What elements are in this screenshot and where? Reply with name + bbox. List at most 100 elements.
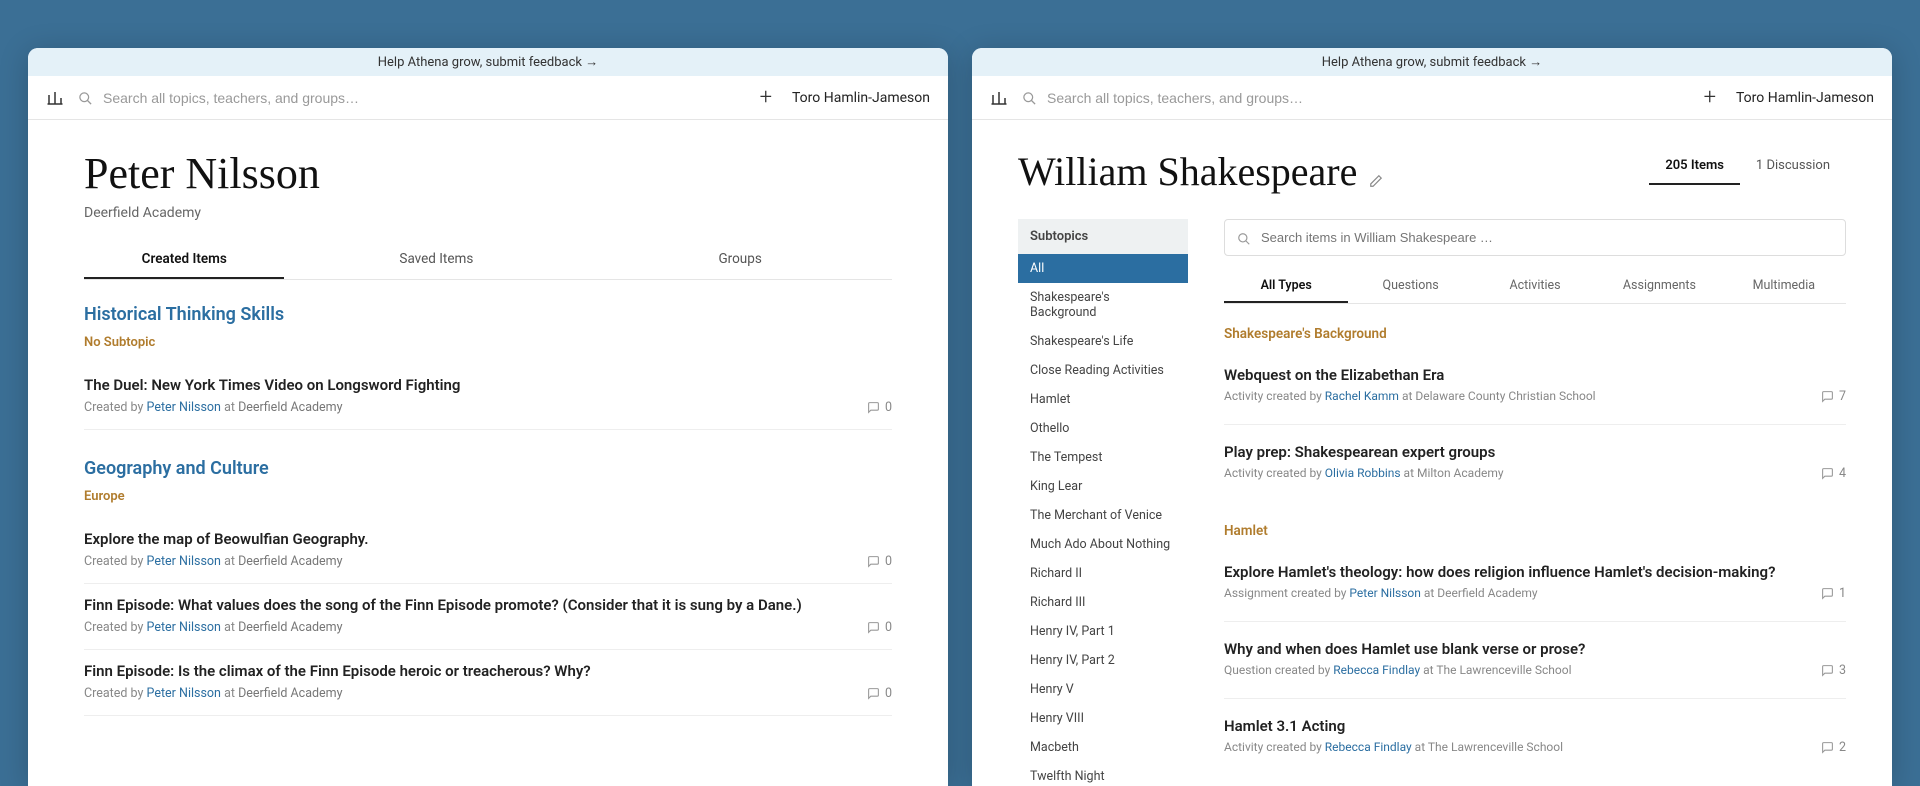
list-item[interactable]: Why and when does Hamlet use blank verse…	[1224, 630, 1846, 690]
type-tab-multimedia[interactable]: Multimedia	[1722, 270, 1846, 303]
creator-link[interactable]: Olivia Robbins	[1325, 466, 1401, 480]
comment-count[interactable]: 4	[1821, 466, 1846, 481]
section-block: Geography and Culture Europe Explore the…	[84, 458, 892, 716]
sidebar-item[interactable]: Richard III	[1018, 588, 1188, 617]
comment-icon	[867, 621, 880, 634]
sidebar-item[interactable]: Henry IV, Part 1	[1018, 617, 1188, 646]
school-name: Deerfield Academy	[238, 400, 343, 415]
comment-count[interactable]: 2	[1821, 740, 1846, 755]
type-tab-assignments[interactable]: Assignments	[1597, 270, 1721, 303]
comment-number: 1	[1839, 586, 1846, 601]
list-item[interactable]: The Duel: New York Times Video on Longsw…	[84, 364, 892, 430]
item-meta: Activity created by Rachel Kamm at Delaw…	[1224, 389, 1846, 404]
item-kind: Assignment	[1224, 586, 1288, 600]
creator-link[interactable]: Peter Nilsson	[147, 620, 221, 635]
item-title: Finn Episode: What values does the song …	[84, 596, 892, 614]
sidebar-item[interactable]: Macbeth	[1018, 733, 1188, 762]
list-item[interactable]: Webquest on the Elizabethan EraActivity …	[1224, 356, 1846, 416]
sidebar-item[interactable]: All	[1018, 254, 1188, 283]
meta-prefix: Created by	[84, 686, 143, 701]
two-column-layout: Subtopics AllShakespeare's BackgroundSha…	[1018, 219, 1846, 786]
list-item[interactable]: Explore the map of Beowulfian Geography.…	[84, 518, 892, 584]
creator-link[interactable]: Rachel Kamm	[1325, 389, 1399, 403]
add-button[interactable]: +	[1698, 85, 1722, 110]
comment-count[interactable]: 1	[1821, 586, 1846, 601]
current-user[interactable]: Toro Hamlin-Jameson	[1736, 90, 1874, 106]
comment-number: 0	[885, 620, 892, 635]
global-search[interactable]	[78, 88, 740, 107]
comment-icon	[1821, 664, 1834, 677]
edit-icon[interactable]	[1369, 173, 1383, 189]
item-search[interactable]	[1224, 219, 1846, 256]
comment-count[interactable]: 0	[867, 686, 892, 701]
item-search-input[interactable]	[1261, 230, 1833, 245]
feedback-banner[interactable]: Help Athena grow, submit feedback →	[972, 48, 1892, 76]
subtopics-sidebar: Subtopics AllShakespeare's BackgroundSha…	[1018, 219, 1188, 786]
search-input[interactable]	[1047, 90, 1684, 106]
creator-link[interactable]: Rebecca Findlay	[1333, 663, 1420, 677]
sidebar-item[interactable]: Shakespeare's Life	[1018, 327, 1188, 356]
creator-link[interactable]: Peter Nilsson	[1349, 586, 1420, 600]
comment-count[interactable]: 7	[1821, 389, 1846, 404]
result-section: HamletExplore Hamlet's theology: how doe…	[1224, 523, 1846, 767]
meta-at: at	[224, 554, 235, 569]
list-item[interactable]: Finn Episode: What values does the song …	[84, 584, 892, 650]
divider	[1224, 424, 1846, 425]
item-meta: Created by Peter Nilsson at Deerfield Ac…	[84, 554, 892, 569]
tab-discussion-count[interactable]: 1 Discussion	[1740, 148, 1846, 185]
tab-saved-items[interactable]: Saved Items	[284, 241, 588, 279]
comment-number: 0	[885, 686, 892, 701]
window-profile: Help Athena grow, submit feedback → + To…	[28, 48, 948, 786]
meta-at: at	[1415, 740, 1425, 754]
subtopic-label: No Subtopic	[84, 335, 892, 350]
search-input[interactable]	[103, 90, 740, 106]
list-item[interactable]: Explore Hamlet's theology: how does reli…	[1224, 553, 1846, 613]
creator-link[interactable]: Peter Nilsson	[147, 400, 221, 415]
list-item[interactable]: Hamlet 3.1 ActingActivity created by Reb…	[1224, 707, 1846, 767]
item-kind: Activity	[1224, 466, 1263, 480]
section-heading-link[interactable]: Geography and Culture	[84, 458, 269, 479]
sidebar-item[interactable]: Hamlet	[1018, 385, 1188, 414]
tab-created-items[interactable]: Created Items	[84, 241, 284, 279]
tab-items-count[interactable]: 205 Items	[1649, 148, 1740, 185]
list-item[interactable]: Finn Episode: Is the climax of the Finn …	[84, 650, 892, 716]
tab-groups[interactable]: Groups	[588, 241, 892, 279]
sidebar-item[interactable]: Henry IV, Part 2	[1018, 646, 1188, 675]
sidebar-item[interactable]: Shakespeare's Background	[1018, 283, 1188, 327]
creator-link[interactable]: Peter Nilsson	[147, 686, 221, 701]
creator-link[interactable]: Peter Nilsson	[147, 554, 221, 569]
sidebar-item[interactable]: Twelfth Night	[1018, 762, 1188, 786]
subtopic-label: Europe	[84, 489, 892, 504]
sidebar-item[interactable]: Much Ado About Nothing	[1018, 530, 1188, 559]
creator-link[interactable]: Rebecca Findlay	[1325, 740, 1412, 754]
comment-count[interactable]: 0	[867, 620, 892, 635]
sidebar-item[interactable]: The Merchant of Venice	[1018, 501, 1188, 530]
divider	[1224, 698, 1846, 699]
type-tab-all[interactable]: All Types	[1224, 270, 1348, 303]
section-label: Shakespeare's Background	[1224, 326, 1846, 342]
current-user[interactable]: Toro Hamlin-Jameson	[792, 90, 930, 106]
type-tab-questions[interactable]: Questions	[1348, 270, 1472, 303]
sidebar-item[interactable]: Henry V	[1018, 675, 1188, 704]
feedback-banner[interactable]: Help Athena grow, submit feedback →	[28, 48, 948, 76]
comment-count[interactable]: 3	[1821, 663, 1846, 678]
comment-count[interactable]: 0	[867, 400, 892, 415]
add-button[interactable]: +	[754, 85, 778, 110]
type-tab-activities[interactable]: Activities	[1473, 270, 1597, 303]
title-row: William Shakespeare 205 Items 1 Discussi…	[1018, 148, 1846, 201]
comment-count[interactable]: 0	[867, 554, 892, 569]
sidebar-item[interactable]: Close Reading Activities	[1018, 356, 1188, 385]
sidebar-item[interactable]: King Lear	[1018, 472, 1188, 501]
sidebar-item[interactable]: Richard II	[1018, 559, 1188, 588]
sidebar-item[interactable]: The Tempest	[1018, 443, 1188, 472]
list-item[interactable]: Play prep: Shakespearean expert groupsAc…	[1224, 433, 1846, 493]
school-name: Deerfield Academy	[1437, 586, 1537, 600]
global-search[interactable]	[1022, 88, 1684, 107]
sidebar-item[interactable]: Henry VIII	[1018, 704, 1188, 733]
logo-icon[interactable]	[990, 87, 1008, 108]
sidebar-item[interactable]: Othello	[1018, 414, 1188, 443]
meta-at: at	[1424, 586, 1434, 600]
logo-icon[interactable]	[46, 87, 64, 108]
search-icon	[1237, 228, 1251, 247]
section-heading-link[interactable]: Historical Thinking Skills	[84, 304, 284, 325]
